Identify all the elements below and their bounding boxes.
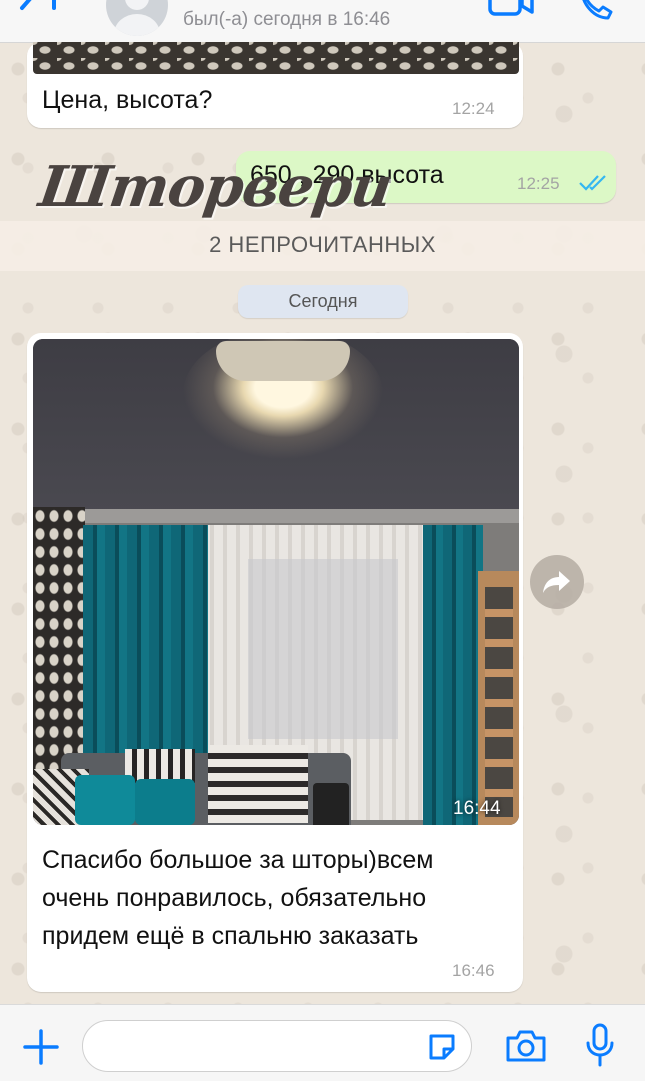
contact-status: был(-а) сегодня в 16:46 (183, 9, 391, 30)
message-text: Цена, высота? (42, 86, 213, 114)
message-input-bar (0, 1004, 645, 1081)
photo-pillow (208, 745, 308, 823)
photo-curtain-left (83, 525, 208, 765)
message-text-line: придем ещё в спальню заказать (42, 922, 419, 950)
message-input[interactable] (82, 1020, 472, 1072)
forward-button[interactable] (530, 555, 584, 609)
phone-icon[interactable] (578, 0, 614, 22)
photo-pillow (125, 749, 195, 783)
date-separator: Сегодня (238, 285, 408, 318)
photo-time: 16:44 (453, 798, 501, 819)
message-photo[interactable] (33, 339, 519, 825)
message-time: 12:25 (517, 174, 560, 193)
forward-icon (543, 571, 570, 593)
video-call-icon[interactable] (488, 0, 534, 18)
mic-icon[interactable] (585, 1023, 615, 1067)
watermark-logo: Шторвери (35, 154, 396, 220)
photo-chandelier (216, 341, 350, 381)
message-text-line: очень понравилось, обязательно (42, 884, 427, 912)
back-icon[interactable] (14, 0, 64, 28)
photo-chair (313, 783, 349, 825)
plus-icon[interactable] (22, 1028, 60, 1066)
message-time: 16:46 (452, 961, 495, 980)
photo-door-glass (485, 587, 513, 817)
photo-pillow (75, 775, 135, 825)
sticker-icon[interactable] (427, 1032, 457, 1062)
unread-count: 2 НЕПРОЧИТАННЫХ (209, 232, 436, 257)
double-check-icon (579, 175, 606, 191)
photo-cornice (33, 509, 519, 523)
message-text-line: Спасибо большое за шторы)всем (42, 846, 434, 874)
message-photo-fragment[interactable] (33, 42, 519, 74)
message-time: 12:24 (452, 99, 495, 118)
contact-avatar[interactable] (106, 0, 168, 36)
photo-curtain-right (423, 525, 483, 825)
camera-icon[interactable] (505, 1029, 547, 1063)
photo-window (248, 559, 398, 739)
chat-header: был(-а) сегодня в 16:46 (0, 0, 645, 43)
photo-pillow (135, 779, 195, 825)
